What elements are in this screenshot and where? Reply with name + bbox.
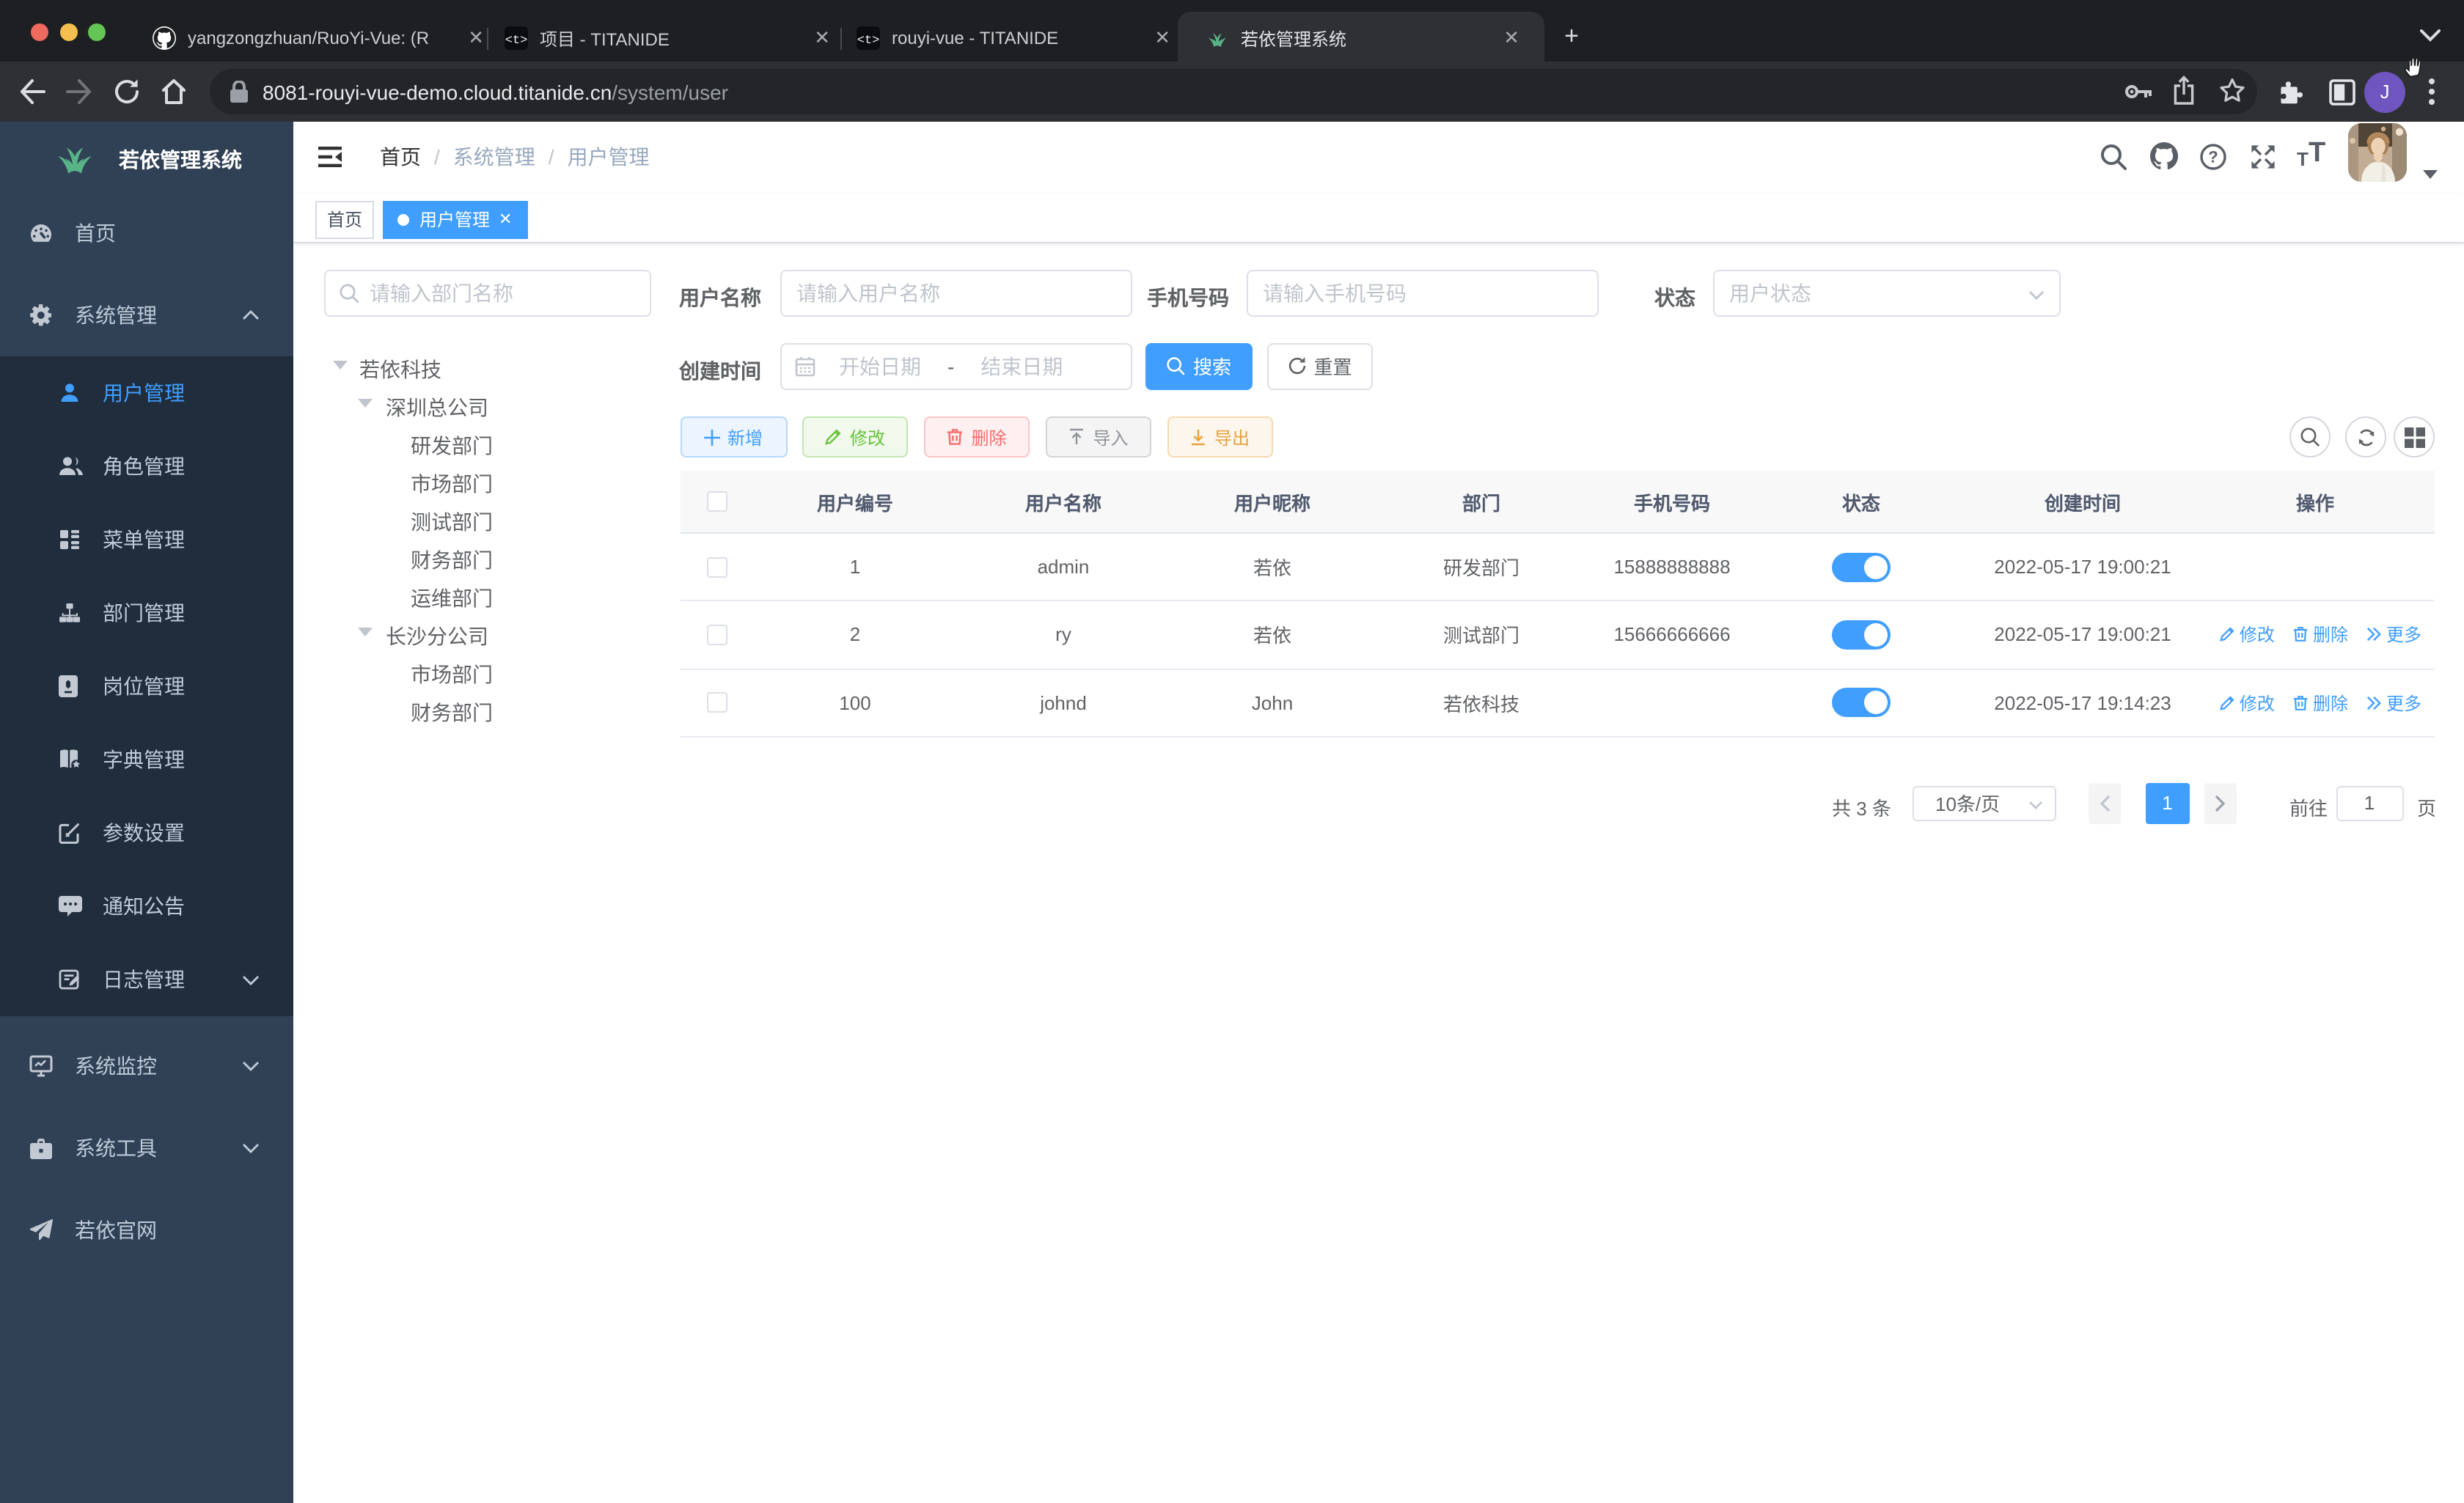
svg-text:<t>: <t> bbox=[505, 34, 528, 48]
svg-text:<t>: <t> bbox=[857, 34, 880, 48]
